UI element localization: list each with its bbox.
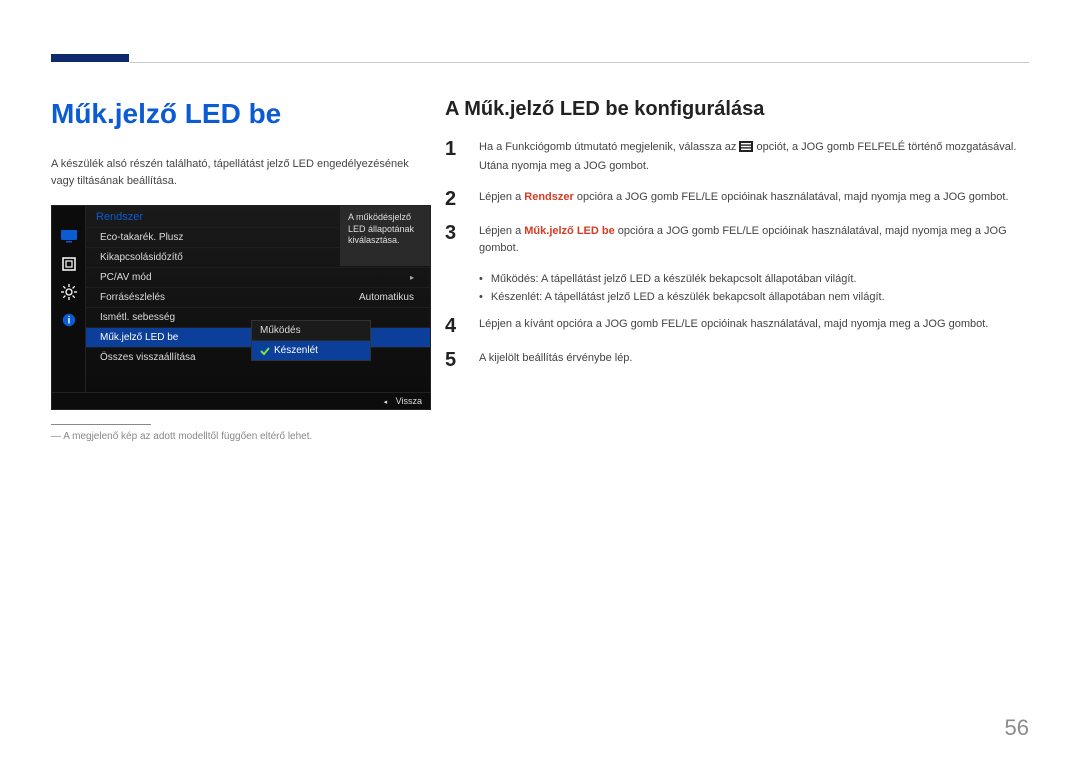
section-title-right: A Műk.jelző LED be konfigurálása bbox=[445, 98, 1029, 121]
step-5: 5 A kijelölt beállítás érvénybe lép. bbox=[445, 350, 1029, 370]
submenu-item-selected: Készenlét bbox=[252, 340, 370, 360]
gear-icon bbox=[59, 284, 79, 300]
osd-screenshot: i Rendszer Eco-takarék. PluszKi Kikapcso… bbox=[51, 205, 431, 410]
left-column: Műk.jelző LED be A készülék alsó részén … bbox=[51, 98, 431, 442]
menu-icon bbox=[739, 141, 753, 158]
image-note: ― A megjelenő kép az adott modelltől füg… bbox=[51, 431, 431, 442]
osd-row: PC/AV mód▸ bbox=[86, 267, 430, 287]
option-bullets: Működés: A tápellátást jelző LED a készü… bbox=[479, 271, 1029, 306]
left-description: A készülék alsó részén található, tápell… bbox=[51, 156, 431, 189]
bullet-item: Működés: A tápellátást jelző LED a készü… bbox=[479, 271, 1029, 289]
header-divider bbox=[130, 62, 1029, 63]
osd-row: ForrásészlelésAutomatikus bbox=[86, 287, 430, 307]
note-divider bbox=[51, 424, 151, 425]
step-3: 3 Lépjen a Műk.jelző LED be opcióra a JO… bbox=[445, 223, 1029, 257]
back-arrow-icon: ◂ bbox=[384, 399, 388, 406]
step-1: 1 Ha a Funkciógomb útmutató megjelenik, … bbox=[445, 139, 1029, 175]
page-number: 56 bbox=[1005, 715, 1029, 741]
submenu-item: Működés bbox=[252, 321, 370, 340]
osd-menu: Rendszer Eco-takarék. PluszKi Kikapcsolá… bbox=[86, 206, 430, 392]
step-2: 2 Lépjen a Rendszer opcióra a JOG gomb F… bbox=[445, 189, 1029, 209]
bullet-item: Készenlét: A tápellátást jelző LED a kés… bbox=[479, 289, 1029, 307]
square-icon bbox=[59, 256, 79, 272]
osd-footer: ◂ Vissza bbox=[52, 392, 430, 409]
right-column: A Műk.jelző LED be konfigurálása 1 Ha a … bbox=[445, 98, 1029, 384]
osd-submenu: Működés Készenlét bbox=[251, 320, 371, 361]
page-title-left: Műk.jelző LED be bbox=[51, 98, 431, 130]
check-icon bbox=[260, 346, 270, 356]
info-icon: i bbox=[59, 312, 79, 328]
monitor-icon bbox=[59, 228, 79, 244]
osd-sidebar-icons: i bbox=[52, 206, 86, 392]
header-accent-bar bbox=[51, 54, 129, 62]
step-4: 4 Lépjen a kívánt opcióra a JOG gomb FEL… bbox=[445, 316, 1029, 336]
osd-tooltip: A működésjelző LED állapotának kiválaszt… bbox=[340, 206, 430, 266]
svg-text:i: i bbox=[67, 316, 70, 327]
